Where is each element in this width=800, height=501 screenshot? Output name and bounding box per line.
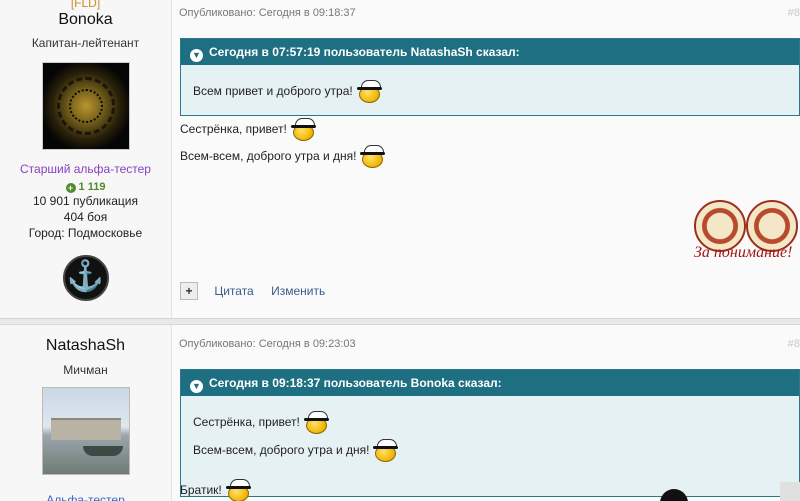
edit-link[interactable]: Изменить bbox=[271, 284, 325, 298]
avatar[interactable] bbox=[41, 387, 130, 475]
sailor-smiley-icon bbox=[356, 79, 386, 104]
sailor-smiley-icon bbox=[359, 145, 389, 169]
post-line: Сестрёнка, привет! bbox=[180, 118, 320, 142]
author-rank: Капитан-лейтенант bbox=[31, 36, 140, 50]
sailor-smiley-icon bbox=[225, 479, 255, 501]
stamp-text: За понимание! bbox=[694, 244, 793, 261]
signature-stamp: За понимание! bbox=[690, 200, 800, 266]
chevron-down-icon[interactable]: ▼ bbox=[190, 49, 203, 62]
quote-line: Всем-всем, доброго утра и дня! bbox=[193, 436, 787, 464]
sailor-smiley-icon bbox=[303, 410, 333, 435]
post-natashash: NatashaSh Мичман Альфа-тестер Опубликова… bbox=[0, 324, 800, 501]
sailor-smiley-icon bbox=[290, 118, 320, 142]
quote-header[interactable]: ▼ Сегодня в 07:57:19 пользователь Natasha… bbox=[181, 39, 799, 65]
sailor-smiley-icon bbox=[372, 438, 402, 463]
post-content: Опубликовано: Сегодня в 09:18:37 #8 ▼ Сег… bbox=[172, 0, 800, 318]
author-city: Город: Подмосковье bbox=[28, 226, 143, 240]
plus-button[interactable]: + bbox=[180, 282, 198, 300]
post-line: Всем-всем, доброго утра и дня! bbox=[180, 145, 389, 169]
chevron-down-icon[interactable]: ▼ bbox=[190, 380, 203, 393]
scrollbar[interactable] bbox=[780, 482, 800, 501]
user-group: Старший альфа-тестер bbox=[20, 162, 151, 176]
post-number[interactable]: #8 bbox=[788, 7, 800, 19]
plus-circle-icon: + bbox=[65, 183, 76, 193]
author-rank: Мичман bbox=[63, 363, 108, 377]
anchor-icon: ⚓ bbox=[62, 255, 109, 301]
quote-link[interactable]: Цитата bbox=[214, 284, 253, 298]
reputation: +1 119 bbox=[0, 181, 171, 193]
author-name[interactable]: Bonoka bbox=[0, 11, 171, 29]
post-content: Опубликовано: Сегодня в 09:23:03 #8 ▼ Сег… bbox=[172, 325, 800, 501]
post-date[interactable]: Опубликовано: Сегодня в 09:18:37 bbox=[179, 7, 356, 19]
author-panel: [FLD] Bonoka Капитан-лейтенант Старший а… bbox=[0, 0, 172, 318]
battle-count: 404 боя bbox=[63, 210, 108, 224]
quote-block: ▼ Сегодня в 07:57:19 пользователь Natasha… bbox=[180, 38, 800, 116]
quote-header[interactable]: ▼ Сегодня в 09:18:37 пользователь Bonoka … bbox=[181, 370, 799, 396]
quote-block: ▼ Сегодня в 09:18:37 пользователь Bonoka … bbox=[180, 369, 800, 497]
post-line: Братик! bbox=[180, 479, 255, 501]
clan-tag[interactable]: [FLD] bbox=[0, 0, 171, 9]
post-date[interactable]: Опубликовано: Сегодня в 09:23:03 bbox=[179, 338, 356, 350]
avatar[interactable] bbox=[41, 62, 130, 150]
author-name[interactable]: NatashaSh bbox=[0, 337, 171, 355]
publication-count: 10 901 публикация bbox=[33, 194, 138, 208]
post-bonoka: [FLD] Bonoka Капитан-лейтенант Старший а… bbox=[0, 0, 800, 318]
quote-line: Сестрёнка, привет! bbox=[193, 408, 787, 436]
post-actions: + Цитата Изменить bbox=[180, 282, 339, 300]
post-number[interactable]: #8 bbox=[788, 338, 800, 350]
user-group: Альфа-тестер bbox=[46, 493, 125, 501]
author-panel: NatashaSh Мичман Альфа-тестер bbox=[0, 325, 172, 501]
quote-line: Всем привет и доброго утра! bbox=[193, 77, 787, 105]
